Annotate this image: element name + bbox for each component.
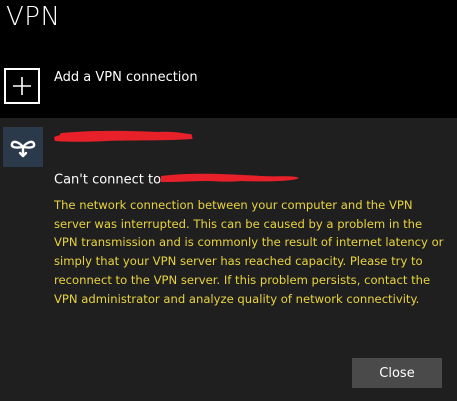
close-button[interactable]: Close: [352, 358, 442, 388]
connection-error-message: The network connection between your comp…: [54, 198, 444, 306]
connection-name-redacted: [52, 126, 197, 146]
page-title: VPN: [6, 2, 61, 32]
plus-icon: [4, 68, 40, 104]
add-vpn-connection-button[interactable]: Add a VPN connection: [4, 66, 198, 106]
error-title-text: Can't connect to: [54, 172, 162, 188]
connection-error-title: Can't connect to: [54, 170, 301, 190]
vpn-logo-icon: [3, 127, 43, 167]
server-name-redacted: [161, 170, 301, 190]
vpn-connection-panel: Can't connect to The network connection …: [0, 118, 457, 401]
add-vpn-connection-label: Add a VPN connection: [54, 69, 198, 85]
